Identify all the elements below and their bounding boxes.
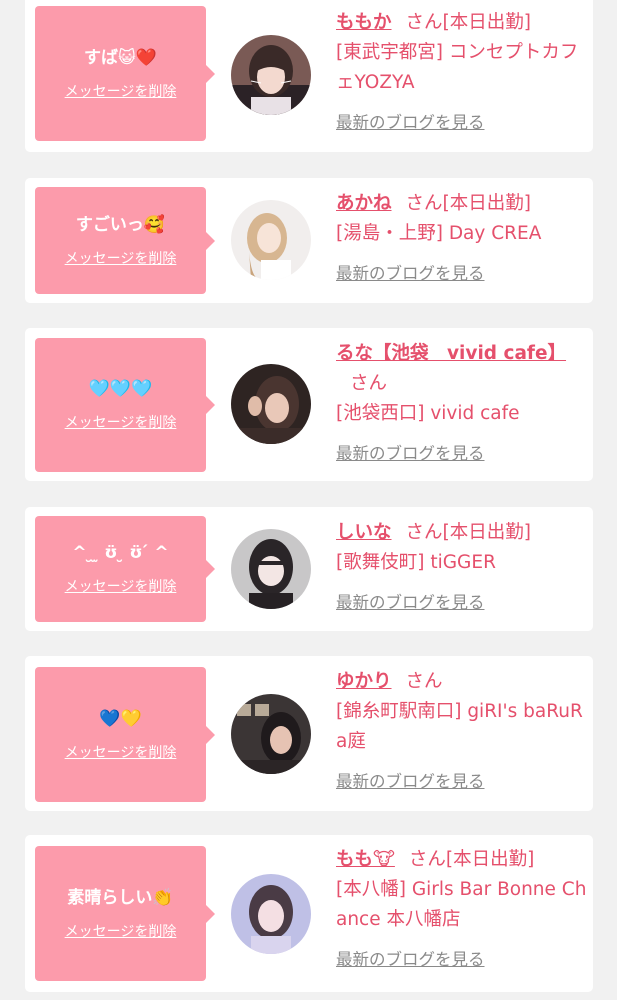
message-text: 🩵🩵🩵 — [88, 379, 153, 399]
message-text: すば😺❤️ — [84, 47, 157, 68]
message-card: ^ ̮ ̫ ʊ̈ ̮ ʊ̈ ́ ^ メッセージを削除 しいな さん[本日出勤] [… — [25, 507, 593, 631]
message-bubble: 🩵🩵🩵 メッセージを削除 — [35, 338, 215, 472]
cast-info: るな【池袋 vivid cafe】さん [池袋西口] vivid cafe 最新… — [336, 339, 588, 466]
cast-suffix: さん[本日出勤] — [408, 849, 535, 870]
cast-suffix: さん[本日出勤] — [405, 193, 531, 214]
cast-suffix: さん[本日出勤] — [405, 12, 531, 33]
shop-text: [湯島・上野] Day CREA — [336, 223, 542, 244]
cast-info: ももか さん[本日出勤] [東武宇都宮] コンセプトカフェYOZYA 最新のブログ… — [336, 8, 588, 135]
message-list: すば😺❤️ メッセージを削除 ももか さん[本日出勤] [東武宇都宮] コンセプト… — [0, 0, 617, 1000]
message-bubble: 素晴らしい👏 メッセージを削除 — [35, 846, 215, 981]
cast-avatar[interactable] — [231, 874, 311, 954]
cast-avatar[interactable] — [231, 694, 311, 774]
message-card: すば😺❤️ メッセージを削除 ももか さん[本日出勤] [東武宇都宮] コンセプト… — [25, 0, 593, 152]
shop-text: [錦糸町駅南口] giRI's baRuRa庭 — [336, 701, 583, 752]
message-bubble: 💙💛 メッセージを削除 — [35, 667, 215, 802]
shop-text: [歌舞伎町] tiGGER — [336, 552, 496, 573]
delete-message-link[interactable]: メッセージを削除 — [65, 743, 177, 763]
cast-name-link[interactable]: あかね — [336, 193, 392, 214]
cast-suffix: さん[本日出勤] — [405, 522, 531, 543]
cast-name-link[interactable]: ももか — [336, 12, 392, 33]
cast-info: ゆかり さん [錦糸町駅南口] giRI's baRuRa庭 最新のブログを見る — [336, 667, 588, 794]
message-card: 🩵🩵🩵 メッセージを削除 るな【池袋 vivid cafe】さん [池袋西口] … — [25, 328, 593, 481]
message-card: すごいっ🥰 メッセージを削除 あかね さん[本日出勤] [湯島・上野] Day C… — [25, 178, 593, 303]
message-bubble: すば😺❤️ メッセージを削除 — [35, 6, 215, 141]
cast-name-link[interactable]: るな【池袋 vivid cafe】 — [336, 343, 566, 364]
cast-suffix: さん — [405, 671, 443, 692]
delete-message-link[interactable]: メッセージを削除 — [65, 577, 177, 597]
message-bubble: すごいっ🥰 メッセージを削除 — [35, 187, 215, 294]
blog-link[interactable]: 最新のブログを見る — [336, 770, 588, 794]
cast-info: あかね さん[本日出勤] [湯島・上野] Day CREA 最新のブログを見る — [336, 189, 588, 286]
message-text: すごいっ🥰 — [75, 214, 166, 235]
blog-link[interactable]: 最新のブログを見る — [336, 442, 588, 466]
delete-message-link[interactable]: メッセージを削除 — [65, 413, 177, 433]
blog-link[interactable]: 最新のブログを見る — [336, 591, 588, 615]
message-card: 💙💛 メッセージを削除 ゆかり さん [錦糸町駅南口] giRI's baRuRa… — [25, 656, 593, 811]
blog-link[interactable]: 最新のブログを見る — [336, 262, 588, 286]
blog-link[interactable]: 最新のブログを見る — [336, 948, 588, 972]
message-card: 素晴らしい👏 メッセージを削除 もも🐮 さん[本日出勤] [本八幡] Girls … — [25, 835, 593, 992]
cast-name-link[interactable]: しいな — [336, 522, 392, 543]
message-text: ^ ̮ ̫ ʊ̈ ̮ ʊ̈ ́ ^ — [72, 543, 169, 563]
cast-info: しいな さん[本日出勤] [歌舞伎町] tiGGER 最新のブログを見る — [336, 518, 588, 615]
cast-info: もも🐮 さん[本日出勤] [本八幡] Girls Bar Bonne Chance… — [336, 845, 588, 972]
cast-avatar[interactable] — [231, 35, 311, 115]
message-text: 素晴らしい👏 — [67, 887, 174, 908]
blog-link[interactable]: 最新のブログを見る — [336, 111, 588, 135]
shop-text: [池袋西口] vivid cafe — [336, 403, 520, 424]
shop-text: [東武宇都宮] コンセプトカフェYOZYA — [336, 42, 579, 93]
shop-text: [本八幡] Girls Bar Bonne Chance 本八幡店 — [336, 879, 587, 930]
cast-suffix: さん — [350, 373, 388, 394]
cast-avatar[interactable] — [231, 200, 311, 280]
delete-message-link[interactable]: メッセージを削除 — [65, 249, 177, 269]
delete-message-link[interactable]: メッセージを削除 — [65, 922, 177, 942]
message-bubble: ^ ̮ ̫ ʊ̈ ̮ ʊ̈ ́ ^ メッセージを削除 — [35, 516, 215, 622]
delete-message-link[interactable]: メッセージを削除 — [65, 82, 177, 102]
cast-avatar[interactable] — [231, 529, 311, 609]
cast-avatar[interactable] — [231, 364, 311, 444]
message-text: 💙💛 — [99, 708, 142, 729]
cast-name-link[interactable]: もも🐮 — [336, 849, 395, 870]
cast-name-link[interactable]: ゆかり — [336, 671, 392, 692]
